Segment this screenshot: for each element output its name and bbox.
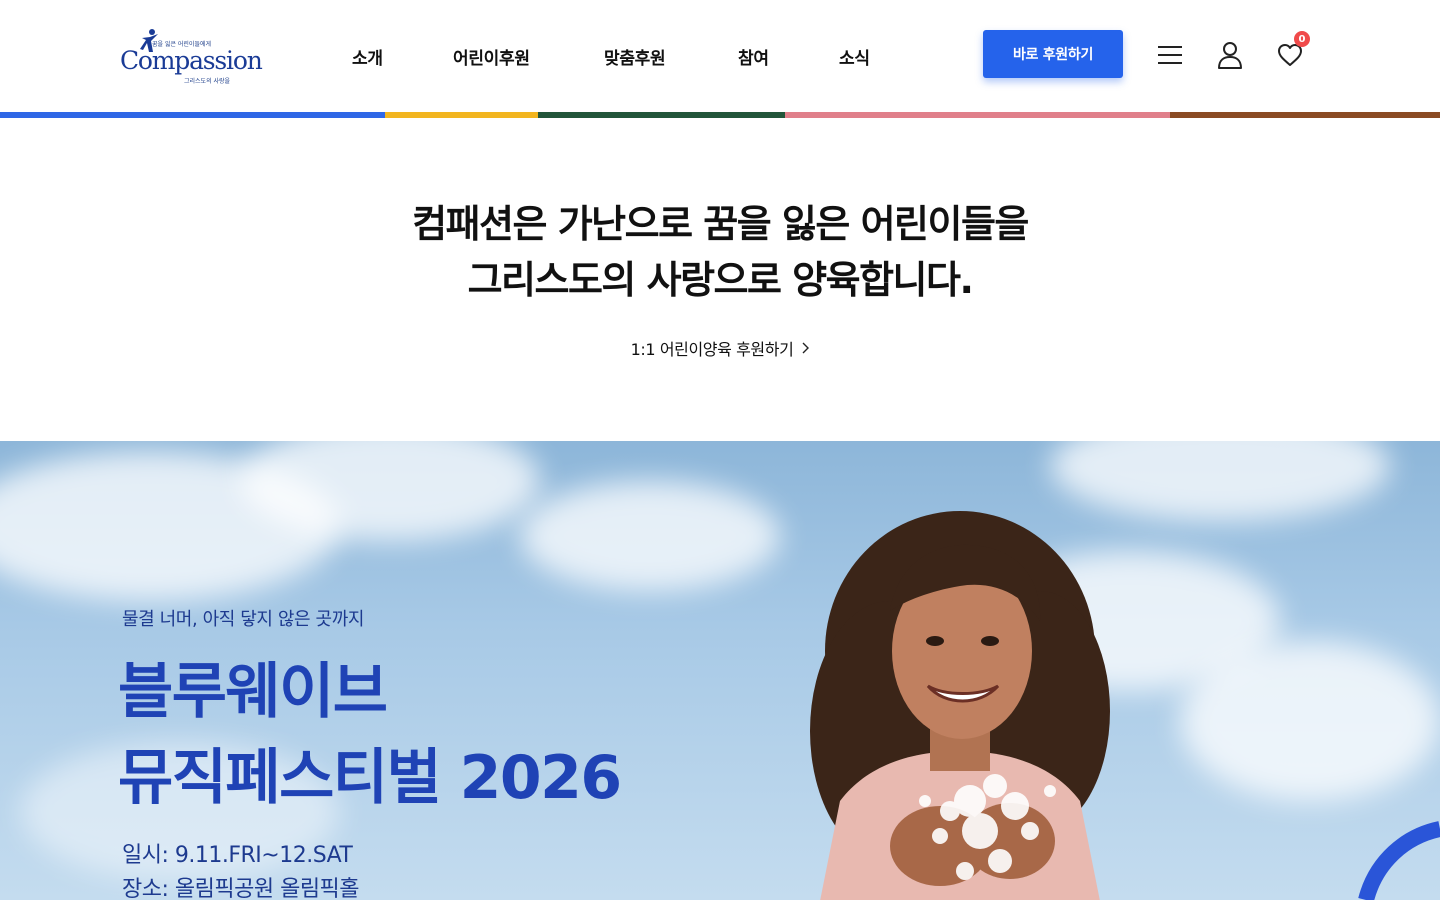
decorative-blue-arc [1358,821,1440,900]
compassion-logo[interactable]: 꿈을 잃은 어린이들에게 Compassion 그리스도의 사랑을 [118,28,268,88]
nav-item-about[interactable]: 소개 [352,44,383,69]
brand-color-bar [0,112,1440,118]
color-bar-pink [785,112,1170,118]
intro-link-row: 1:1 어린이양육 후원하기 [0,336,1440,360]
intro-headline-line2: 그리스도의 사랑으로 양육합니다. [467,258,974,302]
child-sponsorship-link[interactable]: 1:1 어린이양육 후원하기 [631,336,810,360]
color-bar-brown [1170,112,1440,118]
intro-headline-line1: 컴패션은 가난으로 꿈을 잃은 어린이들을 [412,202,1029,246]
cloud-shape [1180,641,1440,801]
color-bar-blue [0,112,385,118]
nav-item-child-sponsorship[interactable]: 어린이후원 [453,44,530,69]
menu-icon[interactable] [1155,40,1185,70]
hero-event-date: 일시: 9.11.FRI~12.SAT [122,843,353,868]
child-sponsorship-link-label: 1:1 어린이양육 후원하기 [630,340,794,359]
hero-banner[interactable]: 물결 너머, 아직 닿지 않은 곳까지 블루웨이브 뮤직페스티벌 2026 일시… [0,441,1440,900]
hero-photo-girl-water [810,511,1110,900]
hero-event-venue: 장소: 올림픽공원 올림픽홀 [122,877,360,900]
logo-wordmark: Compassion [120,46,263,75]
nav-item-custom-sponsorship[interactable]: 맞춤후원 [604,44,666,69]
cloud-shape [520,481,780,591]
hero-title-line2: 뮤직페스티벌 2026 [118,743,622,813]
donate-now-button[interactable]: 바로 후원하기 [983,30,1123,78]
hero-title: 블루웨이브 뮤직페스티벌 2026 [118,649,622,821]
hero-subtitle: 물결 너머, 아직 닿지 않은 곳까지 [122,609,365,630]
user-icon[interactable] [1215,40,1245,70]
nav-item-participate[interactable]: 참여 [738,44,769,69]
site-header: 꿈을 잃은 어린이들에게 Compassion 그리스도의 사랑을 소개 어린이… [0,0,1440,112]
logo-tagline-bottom: 그리스도의 사랑을 [184,78,231,85]
hero-title-line1: 블루웨이브 [118,657,388,727]
color-bar-green [538,112,785,118]
intro-headline: 컴패션은 가난으로 꿈을 잃은 어린이들을 그리스도의 사랑으로 양육합니다. [0,196,1440,308]
chevron-right-icon [802,342,810,354]
wishlist-count-badge: 0 [1294,31,1310,47]
nav-item-news[interactable]: 소식 [839,44,870,69]
color-bar-yellow [385,112,538,118]
